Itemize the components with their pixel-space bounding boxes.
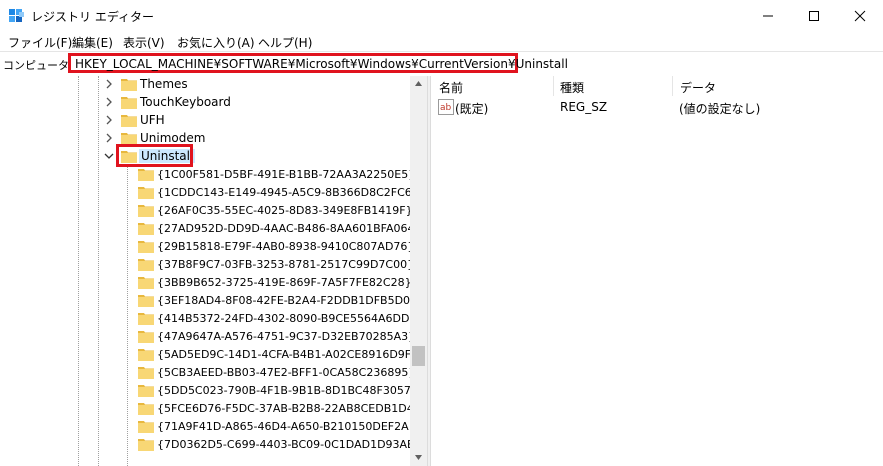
menu-edit[interactable]: 編集(E) — [72, 34, 113, 51]
column-header-data[interactable]: データ — [672, 76, 883, 96]
folder-icon — [121, 115, 137, 127]
tree-scrollbar[interactable] — [410, 76, 427, 466]
tree-item-label[interactable]: Themes — [140, 77, 188, 91]
folder-icon — [138, 187, 154, 199]
address-path[interactable]: HKEY_LOCAL_MACHINE¥SOFTWARE¥Microsoft¥Wi… — [75, 57, 568, 71]
folder-icon — [138, 277, 154, 289]
folder-icon — [138, 403, 154, 415]
maximize-button[interactable] — [791, 0, 837, 31]
tree-item-label[interactable]: UFH — [140, 113, 165, 127]
folder-icon — [138, 385, 154, 397]
folder-icon — [138, 331, 154, 343]
registry-editor-icon — [9, 9, 24, 22]
close-icon — [854, 10, 866, 21]
tree-item-label[interactable]: TouchKeyboard — [140, 95, 231, 109]
tree-item-label[interactable]: {26AF0C35-55EC-4025-8D83-349E8FB1419F} — [157, 204, 413, 217]
folder-icon — [138, 439, 154, 451]
chevron-right-icon[interactable] — [103, 96, 115, 108]
menu-file[interactable]: ファイル(F) — [8, 34, 72, 51]
close-button[interactable] — [837, 0, 883, 31]
tree-item-label[interactable]: {1CDDC143-E149-4945-A5C9-8B366D8C2FC6} — [157, 186, 419, 199]
title-bar: レジストリ エディター — [0, 0, 883, 31]
uninstall-highlight-box — [116, 144, 193, 167]
chevron-right-icon[interactable] — [103, 132, 115, 144]
folder-icon — [138, 241, 154, 253]
tree-item-label[interactable]: Unimodem — [140, 131, 205, 145]
tree-item-label[interactable]: {37B8F9C7-03FB-3253-8781-2517C99D7C00} — [157, 258, 414, 271]
address-input[interactable]: HKEY_LOCAL_MACHINE¥SOFTWARE¥Microsoft¥Wi… — [68, 53, 568, 73]
folder-icon — [138, 259, 154, 271]
tree-item-label[interactable]: {47A9647A-A576-4751-9C37-D32EB70285A3} — [157, 330, 415, 343]
value-data: (値の設定なし) — [679, 102, 761, 116]
tree-item-label[interactable]: {414B5372-24FD-4302-8090-B9CE5564A6DD} — [157, 312, 416, 325]
folder-icon — [121, 133, 137, 145]
scroll-up-icon[interactable] — [414, 79, 423, 88]
column-header-type[interactable]: 種類 — [553, 76, 672, 96]
menu-favorites[interactable]: お気に入り(A) — [177, 34, 255, 51]
tree-item-label[interactable]: {7D0362D5-C699-4403-BC09-0C1DAD1D93AB} — [157, 438, 422, 451]
value-row[interactable]: ab (既定) REG_SZ (値の設定なし) — [431, 98, 883, 116]
column-header-name[interactable]: 名前 — [431, 76, 553, 96]
folder-icon — [138, 421, 154, 433]
folder-icon — [138, 295, 154, 307]
chevron-down-icon[interactable] — [103, 150, 115, 162]
minimize-icon — [763, 15, 773, 16]
tree-item-label[interactable]: {71A9F41D-A865-46D4-A650-B210150DEF2A} — [157, 420, 416, 433]
tree-item-label[interactable]: {29B15818-E79F-4AB0-8938-9410C807AD76} — [157, 240, 414, 253]
maximize-icon — [809, 10, 819, 21]
menu-help[interactable]: ヘルプ(H) — [258, 34, 312, 51]
tree-item-label[interactable]: {3EF18AD4-8F08-42FE-B2A4-F2DDB1DFB5D0} — [157, 294, 417, 307]
chevron-right-icon[interactable] — [103, 114, 115, 126]
tree-item-label[interactable]: {5DD5C023-790B-4F1B-9B1B-8D1BC48F3057} — [157, 384, 418, 397]
tree-item-label[interactable]: {27AD952D-DD9D-4AAC-B486-8AA601BFA064} — [157, 222, 421, 235]
tree-item-label[interactable]: {5FCE6D76-F5DC-37AB-B2B8-22AB8CEDB1D4} — [157, 402, 421, 415]
folder-icon — [138, 349, 154, 361]
minimize-button[interactable] — [745, 0, 791, 31]
tree-item-label[interactable]: {5AD5ED9C-14D1-4CFA-B4B1-A02CE8916D9F} — [157, 348, 418, 361]
folder-icon — [138, 223, 154, 235]
svg-text:ab: ab — [440, 103, 452, 113]
address-bar: コンピューター HKEY_LOCAL_MACHINE¥SOFTWARE¥Micr… — [0, 51, 883, 77]
value-list-pane[interactable]: 名前 種類 データ ab (既定) REG_SZ (値の設定なし) — [431, 76, 883, 466]
value-type: REG_SZ — [560, 100, 608, 114]
folder-icon — [121, 97, 137, 109]
scrollbar-thumb[interactable] — [412, 346, 425, 366]
string-value-icon: ab — [438, 99, 454, 115]
window-title: レジストリ エディター — [31, 10, 154, 24]
key-tree-pane[interactable]: Themes TouchKeyboard UFH Unimodem Uninst… — [0, 76, 427, 466]
folder-icon — [138, 169, 154, 181]
folder-icon — [138, 313, 154, 325]
folder-icon — [138, 205, 154, 217]
scroll-down-icon[interactable] — [414, 453, 423, 462]
chevron-right-icon[interactable] — [103, 78, 115, 90]
tree-item-label[interactable]: {3BB9B652-3725-419E-869F-7A5F7FE82C28} — [157, 276, 412, 289]
tree-item-label[interactable]: {5CB3AEED-BB03-47E2-BFF1-0CA58C236895} — [157, 366, 415, 379]
folder-icon — [121, 79, 137, 91]
value-name[interactable]: (既定) — [455, 100, 488, 117]
tree-item-label[interactable]: {1C00F581-D5BF-491E-B1BB-72AA3A2250E5} — [157, 168, 415, 181]
menu-bar: ファイル(F) 編集(E) 表示(V) お気に入り(A) ヘルプ(H) — [0, 31, 883, 51]
folder-icon — [138, 367, 154, 379]
menu-view[interactable]: 表示(V) — [123, 34, 165, 51]
